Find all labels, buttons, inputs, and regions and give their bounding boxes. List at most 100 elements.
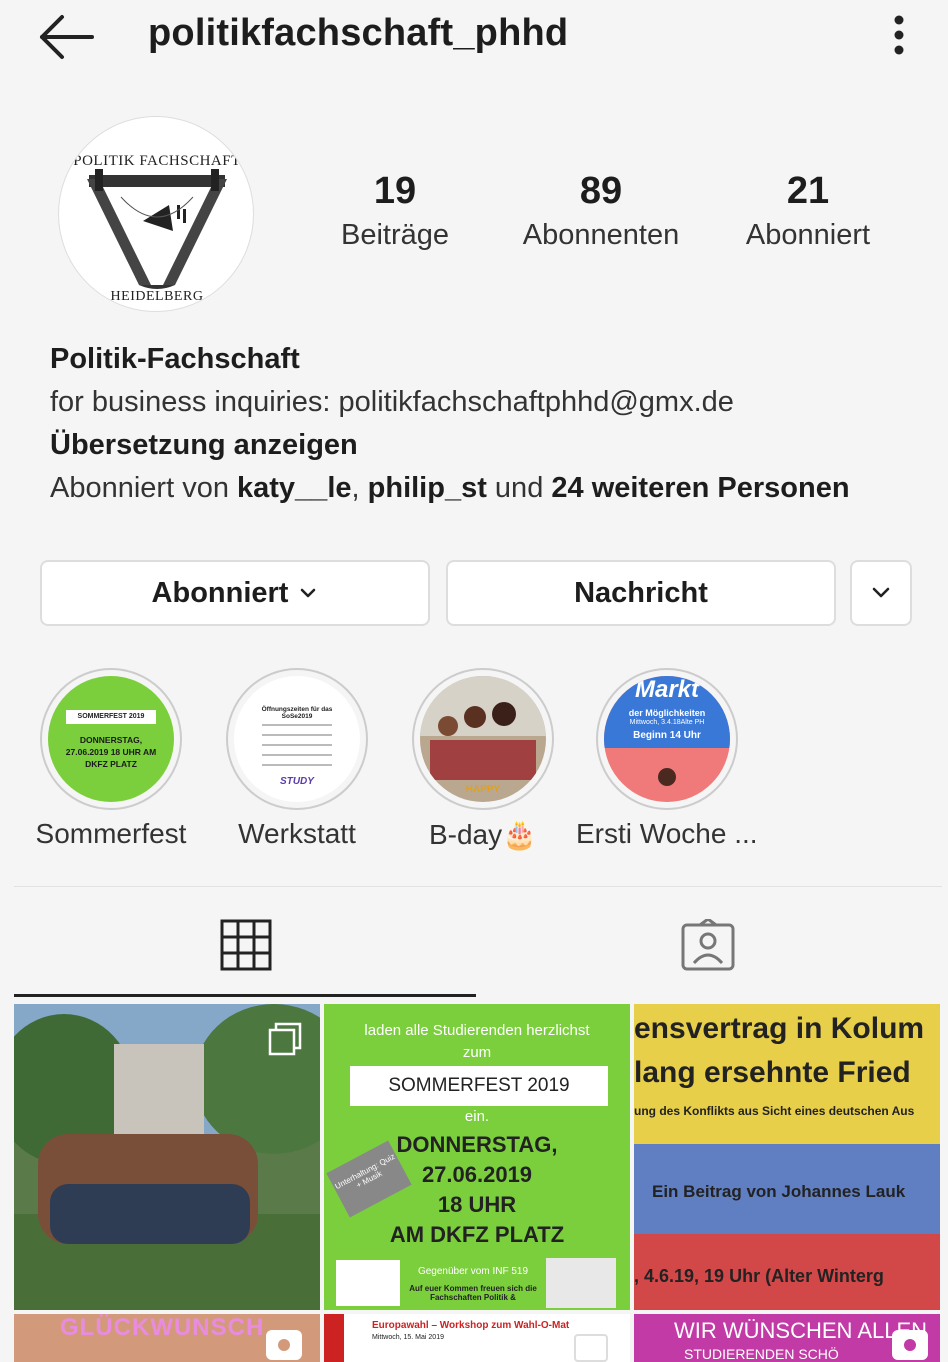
post-text: zum: [462, 1044, 492, 1061]
post-text: Mittwoch, 15. Mai 2019: [372, 1334, 444, 1341]
post-logo: [546, 1258, 616, 1308]
followed-by-and: und: [486, 472, 552, 504]
post-text: Ein Beitrag von Johannes Lauk: [652, 1182, 906, 1201]
highlight-label: B-day🎂: [428, 819, 537, 850]
stat-following[interactable]: 21 Abonniert: [730, 170, 886, 252]
highlight-sommerfest-title: SOMMERFEST 2019: [66, 710, 156, 724]
post-tile[interactable]: WIR WÜNSCHEN ALLEN STUDIERENDEN SCHÖ: [634, 1314, 940, 1362]
post-text: ein.: [464, 1108, 490, 1125]
post-title: SOMMERFEST 2019: [350, 1066, 608, 1106]
stat-followers[interactable]: 89 Abonnenten: [508, 170, 694, 252]
chevron-down-icon: [301, 588, 316, 598]
highlight-werkstatt-footer: STUDY: [280, 776, 314, 787]
post-text: Europawahl – Workshop zum Wahl-O-Mat: [372, 1320, 570, 1331]
highlight-label: Ersti Woche ...: [576, 818, 758, 849]
avatar-bottom-text: HEIDELBERG: [110, 289, 204, 304]
translate-link[interactable]: Übersetzung anzeigen: [50, 424, 930, 467]
igtv-icon: [266, 1330, 302, 1360]
photo-group: [50, 1184, 250, 1244]
highlight-sommerfest[interactable]: SOMMERFEST 2019 DONNERSTAG, 27.06.2019 1…: [40, 668, 182, 810]
stat-followers-value: 89: [579, 170, 623, 212]
post-tile[interactable]: ensvertrag in Kolum lang ersehnte Fried …: [634, 1004, 940, 1310]
post-text: ung des Konflikts aus Sicht eines deutsc…: [634, 1104, 915, 1118]
highlight-bday-text: HAPPY: [465, 784, 501, 795]
post-text: laden alle Studierenden herzlichst: [364, 1022, 590, 1039]
highlight-werkstatt-title: Öffnungszeiten für das SoSe2019: [261, 706, 333, 720]
following-button-label: Abonniert: [151, 576, 289, 609]
highlight-ersti-sub3: Beginn 14 Uhr: [633, 730, 701, 741]
post-tile[interactable]: GLÜCKWUNSCH: [14, 1314, 320, 1362]
profile-tabs: [14, 886, 942, 998]
divider: [262, 764, 332, 766]
post-text: Gegenüber vom INF 519: [417, 1266, 529, 1277]
post-text: lang ersehnte Fried: [634, 1056, 911, 1089]
following-button[interactable]: Abonniert: [40, 560, 430, 626]
person-shape: [658, 768, 676, 786]
post-tile[interactable]: Europawahl – Workshop zum Wahl-O-Mat Mit…: [324, 1314, 630, 1362]
post-tile[interactable]: laden alle Studierenden herzlichst zum S…: [324, 1004, 630, 1310]
divider: [262, 744, 332, 746]
followed-by-others[interactable]: 24 weiteren Personen: [551, 472, 849, 504]
highlight-werkstatt[interactable]: Öffnungszeiten für das SoSe2019 STUDY: [226, 668, 368, 810]
tagged-person-icon[interactable]: [680, 919, 736, 971]
post-text: GLÜCKWUNSCH: [60, 1314, 265, 1341]
profile-description: for business inquiries: politikfachschaf…: [50, 386, 734, 418]
avatar-top-text: POLITIK FACHSCHAFT: [73, 153, 241, 169]
followed-by[interactable]: Abonniert von katy__le, philip_st und 24…: [50, 467, 930, 510]
grid-icon[interactable]: [220, 919, 272, 971]
followed-by-separator: ,: [351, 472, 368, 504]
top-bar: politikfachschaft_phhd: [0, 0, 948, 80]
highlight-ersti-title: Markt: [634, 676, 700, 703]
post-text: Auf euer Kommen freuen sich die Fachscha…: [409, 1284, 537, 1302]
highlight-ersti-sub2: Mittwoch, 3.4.18Alte PH: [629, 719, 705, 726]
profile-bio: Politik-Fachschaft for business inquirie…: [50, 338, 930, 510]
post-text: ensvertrag in Kolum: [634, 1012, 925, 1045]
post-logo: [336, 1260, 400, 1306]
stat-followers-label: Abonnenten: [522, 219, 680, 251]
highlight-ersti-sub1: der Möglichkeiten: [628, 708, 706, 718]
divider: [262, 724, 332, 726]
multiple-photos-icon: [574, 1334, 608, 1362]
stat-posts-label: Beiträge: [340, 219, 449, 251]
stat-posts[interactable]: 19 Beiträge: [330, 170, 460, 252]
post-tile[interactable]: [14, 1004, 320, 1310]
post-text: STUDIERENDEN SCHÖ: [684, 1346, 839, 1362]
post-stripe: [324, 1314, 344, 1362]
person-shape: [438, 716, 458, 736]
chevron-down-icon: [872, 587, 890, 598]
multiple-photos-icon: [268, 1022, 302, 1056]
highlight-bday-cover: HAPPY: [420, 676, 546, 802]
more-vertical-icon[interactable]: [884, 12, 914, 58]
suggested-accounts-button[interactable]: [850, 560, 912, 626]
fachschaft-logo-icon: [87, 169, 227, 289]
profile-avatar[interactable]: POLITIK FACHSCHAFT HEIDELBERG: [58, 116, 254, 312]
highlight-ersti-cover: Markt der Möglichkeiten Mittwoch, 3.4.18…: [604, 676, 730, 802]
highlight-label: Sommerfest: [35, 818, 187, 849]
highlight-sommerfest-date: DONNERSTAG, 27.06.2019 18 UHR AM DKFZ PL…: [65, 735, 157, 769]
message-button[interactable]: Nachricht: [446, 560, 836, 626]
divider: [262, 734, 332, 736]
igtv-icon: [892, 1330, 928, 1360]
message-button-label: Nachricht: [574, 576, 708, 609]
post-text: , 4.6.19, 19 Uhr (Alter Winterg: [634, 1266, 884, 1286]
highlight-bday[interactable]: HAPPY: [412, 668, 554, 810]
followed-by-user[interactable]: katy__le: [237, 472, 352, 504]
divider: [262, 754, 332, 756]
person-shape: [430, 740, 536, 780]
person-shape: [464, 706, 486, 728]
post-text: AM DKFZ PLATZ: [389, 1222, 565, 1247]
person-shape: [492, 702, 516, 726]
followed-by-prefix: Abonniert von: [50, 472, 238, 504]
active-tab-indicator: [14, 994, 476, 997]
highlight-sommerfest-cover: SOMMERFEST 2019 DONNERSTAG, 27.06.2019 1…: [48, 676, 174, 802]
arrow-left-icon[interactable]: [36, 12, 96, 62]
stat-following-label: Abonniert: [745, 219, 871, 251]
highlight-werkstatt-cover: Öffnungszeiten für das SoSe2019 STUDY: [234, 676, 360, 802]
profile-username: politikfachschaft_phhd: [148, 12, 569, 54]
highlight-label: Werkstatt: [238, 818, 356, 849]
followed-by-user[interactable]: philip_st: [368, 472, 487, 504]
profile-display-name: Politik-Fachschaft: [50, 343, 300, 375]
stat-posts-value: 19: [373, 170, 417, 212]
highlight-ersti[interactable]: Markt der Möglichkeiten Mittwoch, 3.4.18…: [596, 668, 738, 810]
stat-following-value: 21: [786, 170, 830, 212]
